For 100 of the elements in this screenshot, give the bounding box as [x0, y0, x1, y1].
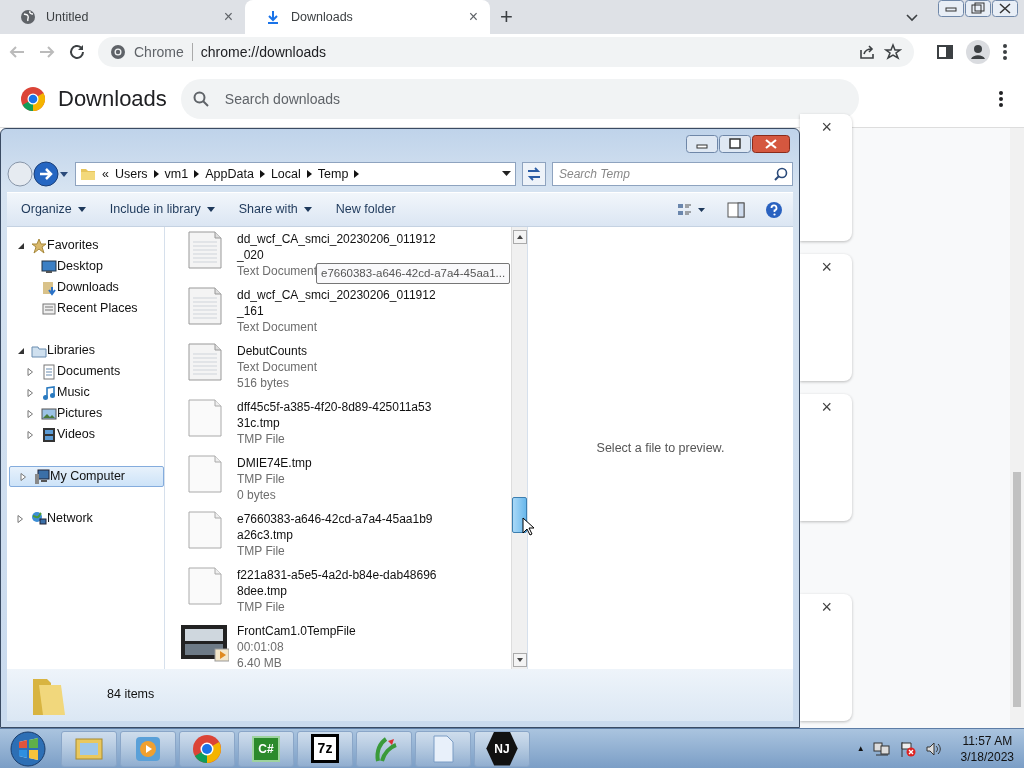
- file-name[interactable]: dd_wcf_CA_smci_20230206_011912_020: [237, 231, 437, 263]
- navigation-item[interactable]: Recent Places: [7, 298, 164, 319]
- navigation-item[interactable]: Documents: [7, 361, 164, 382]
- close-button[interactable]: ×: [468, 9, 478, 25]
- share-icon[interactable]: [858, 43, 876, 61]
- taskbar-button[interactable]: [179, 730, 235, 767]
- chevron-right-icon: [194, 170, 200, 178]
- archive-app-icon: 7z: [310, 734, 340, 763]
- scroll-up-button[interactable]: [513, 229, 527, 244]
- close-button[interactable]: ×: [821, 258, 832, 276]
- browser-tab[interactable]: Downloads ×: [245, 0, 490, 34]
- breadcrumb-overflow[interactable]: «: [102, 164, 109, 184]
- navigation-item[interactable]: Pictures: [7, 403, 164, 424]
- breadcrumb-item[interactable]: AppData: [205, 164, 254, 184]
- breadcrumb-item[interactable]: Local: [270, 164, 301, 184]
- download-folder-icon: [41, 279, 57, 296]
- mouse-pointer-icon: [522, 517, 534, 536]
- file-name[interactable]: e7660383-a646-42cd-a7a4-45aa1b9a26c3.tmp: [237, 511, 437, 543]
- file-detail: 00:01:08: [237, 639, 284, 655]
- new-tab-button[interactable]: +: [500, 6, 513, 28]
- forward-button[interactable]: [33, 161, 59, 187]
- menu-icon[interactable]: [1002, 43, 1008, 61]
- more-options-icon[interactable]: [998, 89, 1004, 108]
- address-bar[interactable]: « Users vm1 AppData Local Temp: [75, 162, 516, 186]
- breadcrumb-item[interactable]: Temp: [317, 164, 349, 184]
- url-text: chrome://downloads: [200, 42, 328, 62]
- view-options-icon[interactable]: [677, 201, 707, 218]
- file-name[interactable]: f221a831-a5e5-4a2d-b84e-dab486968dee.tmp: [237, 567, 437, 599]
- taskbar-button[interactable]: [356, 730, 412, 767]
- refresh-button[interactable]: [522, 162, 546, 186]
- start-button[interactable]: [8, 729, 48, 768]
- search-bar[interactable]: Search Temp: [552, 162, 793, 186]
- toolbar-button[interactable]: Include in library: [99, 196, 225, 223]
- document-icon: [41, 363, 57, 380]
- caret-icon: [77, 207, 86, 212]
- film-icon: [41, 426, 57, 443]
- dropdown-icon[interactable]: [59, 170, 69, 178]
- file-name[interactable]: dff45c5f-a385-4f20-8d89-425011a5331c.tmp: [237, 399, 437, 431]
- close-button[interactable]: ×: [821, 598, 832, 616]
- recent-places-icon: [41, 300, 57, 317]
- network-icon[interactable]: [872, 740, 891, 757]
- navigation-item[interactable]: Music: [7, 382, 164, 403]
- toolbar-button[interactable]: New folder: [325, 196, 406, 223]
- navigation-item[interactable]: Desktop: [7, 256, 164, 277]
- close-button[interactable]: ×: [223, 9, 233, 25]
- video-thumbnail-icon[interactable]: [181, 623, 229, 663]
- toolbar-button[interactable]: Organize: [11, 196, 96, 223]
- minimize-button[interactable]: [686, 135, 718, 153]
- chrome-icon: [191, 732, 223, 765]
- close-button[interactable]: [752, 135, 790, 153]
- maximize-button[interactable]: [965, 0, 991, 17]
- taskbar-button[interactable]: NJ: [474, 730, 530, 767]
- breadcrumb-item[interactable]: Users: [114, 164, 148, 184]
- file-name[interactable]: FrontCam1.0TempFile: [237, 623, 437, 639]
- breadcrumb-item[interactable]: vm1: [164, 164, 189, 184]
- navigation-item[interactable]: Videos: [7, 424, 164, 445]
- help-icon[interactable]: [765, 200, 783, 219]
- close-button[interactable]: ×: [821, 118, 832, 136]
- speaker-icon[interactable]: [924, 740, 943, 757]
- toolbar-button[interactable]: Share with: [228, 196, 322, 223]
- chrome-logo-icon: [20, 85, 46, 112]
- side-panel-icon[interactable]: [936, 43, 954, 61]
- chevron-right-icon: [354, 170, 360, 178]
- file-detail: TMP File: [237, 431, 285, 447]
- close-button[interactable]: ×: [821, 398, 832, 416]
- taskbar-button[interactable]: C#: [238, 730, 294, 767]
- taskbar-button[interactable]: 7z: [297, 730, 353, 767]
- file-name[interactable]: DebutCounts: [237, 343, 437, 359]
- maximize-button[interactable]: [719, 135, 751, 153]
- code-app-icon: C#: [252, 735, 280, 762]
- file-detail: TMP File: [237, 599, 285, 615]
- reload-icon[interactable]: [68, 43, 86, 61]
- browser-tab[interactable]: Untitled ×: [0, 0, 245, 34]
- file-name[interactable]: dd_wcf_CA_smci_20230206_011912_161: [237, 287, 437, 319]
- scroll-down-button[interactable]: [513, 653, 527, 667]
- file-name[interactable]: DMIE74E.tmp: [237, 455, 437, 471]
- address-bar[interactable]: Chrome chrome://downloads: [98, 37, 914, 67]
- navigation-item[interactable]: Favorites: [7, 235, 164, 256]
- navigation-item[interactable]: Libraries: [7, 340, 164, 361]
- navigation-item[interactable]: My Computer: [9, 466, 164, 487]
- clock[interactable]: 11:57 AM 3/18/2023: [960, 732, 1014, 765]
- search-icon: [192, 90, 209, 107]
- chevron-right-icon: [153, 170, 159, 178]
- chevron-down-icon[interactable]: [906, 14, 918, 22]
- minimize-button[interactable]: [938, 0, 964, 17]
- profile-icon[interactable]: [966, 40, 990, 64]
- flag-icon[interactable]: [898, 740, 917, 757]
- navigation-item[interactable]: Downloads: [7, 277, 164, 298]
- navigation-item[interactable]: Network: [7, 508, 164, 529]
- chevron-right-icon: [259, 170, 265, 178]
- star-icon[interactable]: [884, 43, 902, 61]
- dropdown-icon[interactable]: [502, 171, 511, 177]
- page-title: Downloads: [58, 85, 167, 113]
- scrollbar-thumb[interactable]: [1013, 472, 1021, 707]
- globe-icon: [31, 510, 47, 527]
- caret-icon: [206, 207, 215, 212]
- close-button[interactable]: [992, 0, 1018, 17]
- chevron-right-icon: [306, 170, 312, 178]
- show-hidden-icons-button[interactable]: ▲: [856, 742, 865, 755]
- preview-pane-icon[interactable]: [727, 201, 745, 218]
